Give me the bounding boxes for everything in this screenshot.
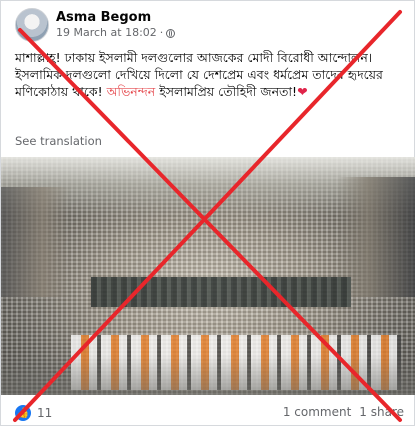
post-text-highlight: অভিনন্দন: [106, 84, 156, 99]
shares-count[interactable]: 1 share: [359, 405, 404, 419]
globe-icon: [166, 28, 176, 38]
post-header: Asma Begom 19 March at 18:02 ·: [15, 5, 176, 45]
author-avatar[interactable]: [15, 8, 49, 42]
facebook-post: Asma Begom 19 March at 18:02 · মাশাল্লাহ…: [0, 0, 415, 426]
reaction-count: 11: [37, 406, 53, 420]
heart-emoji: ❤: [297, 84, 308, 99]
post-text-end: ইসলামপ্রিয় তৌহিদী জনতা!: [155, 84, 298, 99]
photo-police-line: [91, 277, 351, 307]
post-photo[interactable]: [1, 157, 415, 395]
photo-building-left: [1, 187, 71, 297]
meta-separator: ·: [159, 26, 164, 39]
photo-road: [1, 355, 415, 395]
comments-count[interactable]: 1 comment: [283, 405, 351, 419]
author-name[interactable]: Asma Begom: [56, 10, 175, 26]
like-icon: 👍: [15, 405, 31, 421]
reactions-summary[interactable]: 👍 11: [15, 405, 52, 421]
post-timestamp[interactable]: 19 March at 18:02: [56, 26, 157, 40]
post-meta: Asma Begom 19 March at 18:02 ·: [56, 10, 176, 40]
post-stats: 1 comment 1 share: [283, 405, 404, 419]
see-translation-link[interactable]: See translation: [15, 134, 102, 148]
timestamp-row: 19 March at 18:02 ·: [56, 26, 176, 40]
post-text: মাশাল্লাহ! ঢাকায় ইসলামী দলগুলোর আজকের ম…: [15, 49, 407, 100]
